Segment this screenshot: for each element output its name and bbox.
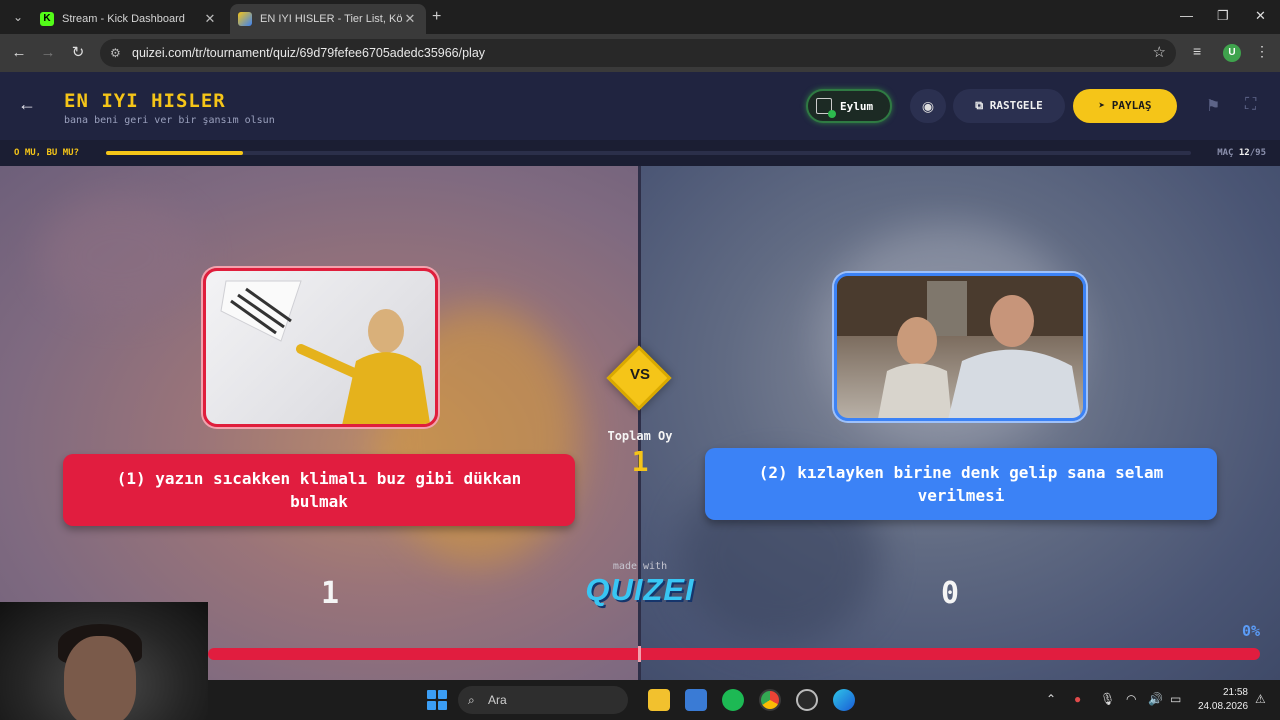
air-conditioner-woman-image [220, 280, 431, 424]
user-pill[interactable]: Eylum [806, 89, 892, 123]
tab-title: Stream - Kick Dashboard [62, 13, 185, 25]
spotify-icon[interactable] [722, 689, 744, 711]
store-icon[interactable] [685, 689, 707, 711]
browser-tab-quizei[interactable]: EN IYI HISLER - Tier List, Kör Sır ✕ [230, 4, 426, 34]
random-button[interactable]: ⧉ RASTGELE [953, 89, 1065, 123]
edge-icon[interactable] [833, 689, 855, 711]
browser-tab-bar: ⌄ K Stream - Kick Dashboard ✕ EN IYI HIS… [0, 0, 1280, 34]
minimize-icon[interactable]: — [1180, 8, 1193, 23]
match-total: /95 [1249, 148, 1266, 158]
quizei-favicon-icon [238, 12, 252, 26]
user-avatar-icon [816, 98, 836, 118]
clock-time: 21:58 [1222, 687, 1248, 698]
eye-icon: ◉ [921, 98, 935, 114]
browser-tab-kick[interactable]: K Stream - Kick Dashboard ✕ [32, 4, 226, 34]
address-bar[interactable]: ⚙ quizei.com/tr/tournament/quiz/69d79fef… [100, 39, 1176, 67]
view-button[interactable]: ◉ [910, 89, 946, 123]
made-with-label: made with [612, 561, 668, 572]
browser-toolbar: ← → ↻ ⚙ quizei.com/tr/tournament/quiz/69… [0, 34, 1280, 72]
vs-label: VS [629, 366, 650, 383]
reload-icon[interactable]: ↻ [68, 43, 88, 63]
new-tab-icon[interactable]: + [432, 8, 441, 26]
fullscreen-icon[interactable]: ⛶ [1245, 96, 1256, 114]
profile-avatar[interactable]: U [1223, 44, 1241, 62]
close-tab-icon[interactable]: ✕ [402, 11, 418, 27]
left-score: 1 [320, 576, 340, 611]
search-icon: ⌕ [468, 693, 475, 707]
right-option-label[interactable]: (2) kızlayken birine denk gelip sana sel… [705, 448, 1217, 520]
battery-icon[interactable]: ▭ [1170, 692, 1181, 706]
file-explorer-icon[interactable] [648, 689, 670, 711]
restore-icon[interactable]: ❐ [1217, 8, 1229, 24]
vote-ratio-bar [208, 648, 1260, 660]
wifi-icon[interactable]: ◠ [1126, 692, 1136, 706]
tab-search-chevron-icon[interactable]: ⌄ [8, 7, 28, 27]
right-option-image[interactable] [834, 273, 1086, 421]
url-text: quizei.com/tr/tournament/quiz/69d79fefee… [132, 46, 486, 60]
kick-favicon-icon: K [40, 12, 54, 26]
tray-app-icon[interactable]: ● [1074, 692, 1081, 706]
quiz-subtitle: bana beni geri ver bir şansım olsun [64, 115, 275, 126]
quiz-header: ← EN IYI HISLER bana beni geri ver bir ş… [0, 72, 1280, 140]
quizei-logo[interactable]: QUIZEI [578, 572, 702, 608]
system-clock[interactable]: 21:58 24.08.2026 [1198, 686, 1248, 714]
webcam-overlay [0, 602, 208, 720]
left-option-image[interactable] [203, 268, 438, 427]
streamer-face [64, 636, 136, 720]
windows-taskbar: ⌕ Ara ⌃ ● 🎙 ◠ 🔊 ▭ 21:58 24.08.2026 ⚠ [208, 680, 1280, 720]
microphone-icon[interactable]: 🎙 [1100, 692, 1115, 706]
forward-icon[interactable]: → [38, 43, 58, 63]
close-tab-icon[interactable]: ✕ [202, 11, 218, 27]
obs-icon[interactable] [796, 689, 818, 711]
site-info-icon[interactable]: ⚙ [110, 39, 121, 67]
back-icon[interactable]: ← [9, 43, 29, 63]
random-label: RASTGELE [989, 99, 1043, 112]
progress-track [106, 151, 1191, 155]
user-name: Eylum [840, 99, 874, 113]
send-icon: ➤ [1098, 99, 1112, 112]
share-label: PAYLAŞ [1111, 99, 1152, 112]
back-arrow-icon[interactable]: ← [18, 94, 36, 115]
progress-row: O MU, BU MU? MAÇ 12/95 [0, 140, 1280, 166]
notification-icon[interactable]: ⚠ [1255, 692, 1266, 706]
volume-icon[interactable]: 🔊 [1148, 692, 1163, 706]
quiz-title: EN IYI HISLER [64, 90, 226, 112]
match-counter: MAÇ 12/95 [1217, 148, 1266, 158]
right-score: 0 [940, 576, 960, 611]
tab-title: EN IYI HISLER - Tier List, Kör Sır [260, 13, 402, 25]
left-option-label[interactable]: (1) yazın sıcakken klimalı buz gibi dükk… [63, 454, 575, 526]
friends-hugging-image [837, 276, 1083, 418]
total-votes-label: Toplam Oy [607, 429, 673, 443]
media-controls-icon[interactable]: ≡ [1193, 43, 1201, 59]
progress-fill [106, 151, 244, 155]
round-label: O MU, BU MU? [14, 148, 80, 158]
match-prefix: MAÇ [1217, 148, 1234, 158]
tray-chevron-icon[interactable]: ⌃ [1046, 692, 1056, 706]
taskbar-search[interactable]: ⌕ Ara [458, 686, 628, 714]
flag-icon[interactable]: ⚑ [1206, 96, 1220, 116]
total-votes-value: 1 [631, 445, 649, 478]
right-vote-percent: 0% [1241, 622, 1260, 640]
window-close-icon[interactable]: ✕ [1255, 8, 1266, 24]
windows-start-icon[interactable] [427, 690, 447, 710]
taskbar-search-label: Ara [488, 693, 507, 707]
vote-bar-center-marker [638, 646, 641, 662]
clock-date: 24.08.2026 [1198, 701, 1249, 712]
share-button[interactable]: ➤ PAYLAŞ [1073, 89, 1177, 123]
chrome-icon[interactable] [759, 689, 781, 711]
match-current: 12 [1238, 148, 1250, 158]
browser-menu-icon[interactable]: ⋮ [1255, 43, 1269, 60]
bookmark-star-icon[interactable]: ☆ [1153, 39, 1166, 67]
dice-icon: ⧉ [975, 99, 990, 112]
